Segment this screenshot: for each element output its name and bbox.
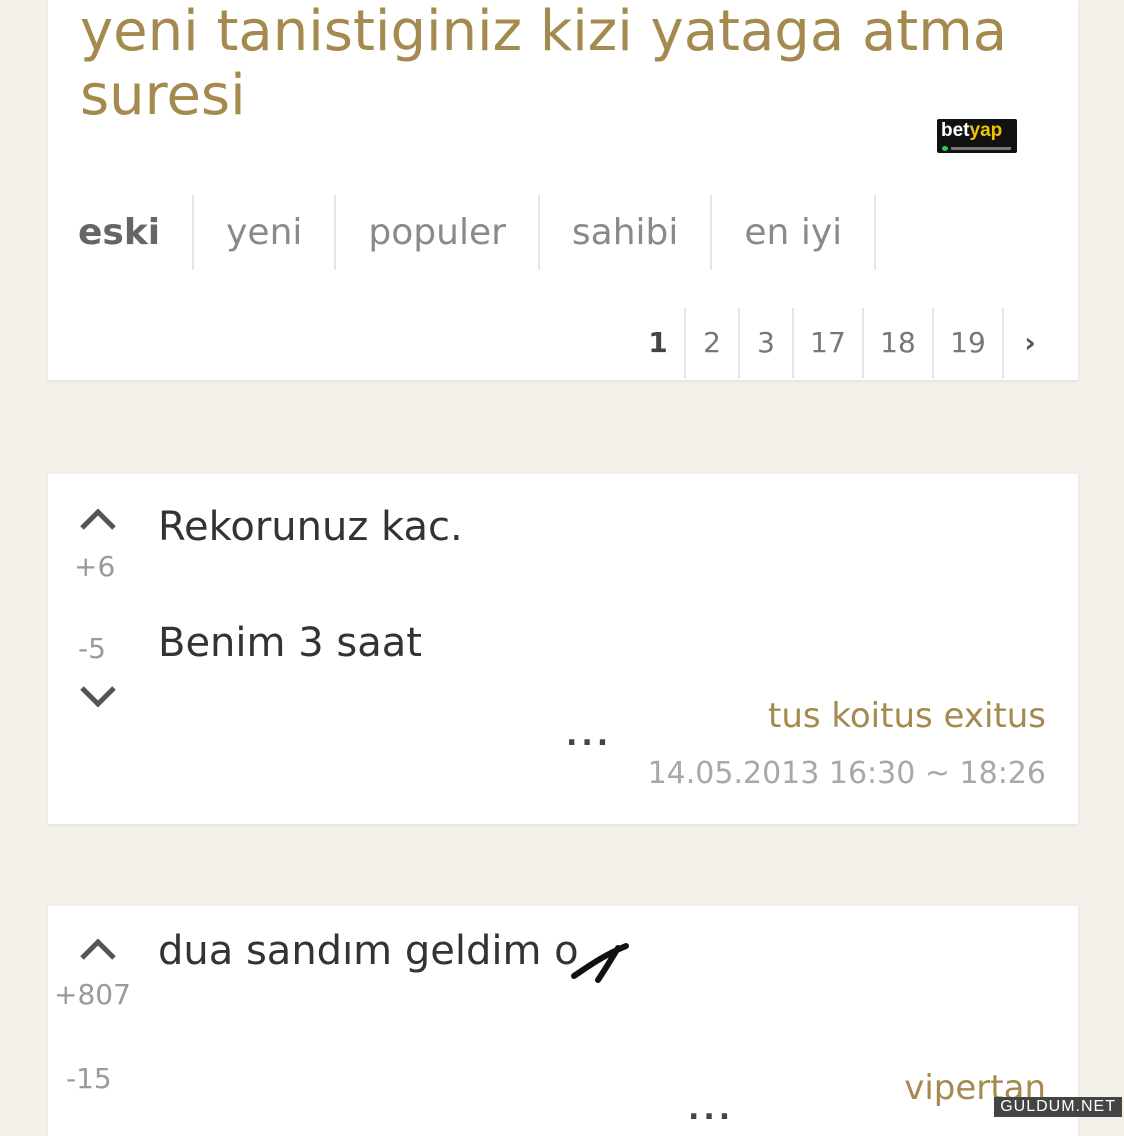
entry-text-line: Rekorunuz kac. <box>158 504 463 550</box>
next-page-button[interactable]: › <box>1002 308 1056 378</box>
entry-author-link[interactable]: tus koitus exitus <box>768 696 1046 736</box>
page-link-1[interactable]: 1 <box>632 308 684 378</box>
pagination: 1 2 3 17 18 19 › <box>632 308 1056 378</box>
tab-sahibi[interactable]: sahibi <box>540 195 713 270</box>
sort-tabs: eski yeni populer sahibi en iyi <box>78 195 877 270</box>
entry-card: +6 -5 Rekorunuz kac. Benim 3 saat ... tu… <box>48 474 1078 824</box>
more-options-icon[interactable]: ... <box>566 718 612 753</box>
page-link-3[interactable]: 3 <box>738 308 792 378</box>
upvote-icon[interactable] <box>78 936 118 966</box>
page-link-18[interactable]: 18 <box>862 308 932 378</box>
page-link-17[interactable]: 17 <box>792 308 862 378</box>
logo-text: betyap <box>941 120 1003 141</box>
entry-card: +807 -15 dua sandım geldim o ... viperta… <box>48 906 1078 1136</box>
scribble-mark <box>571 943 629 983</box>
tab-eski[interactable]: eski <box>78 195 195 270</box>
upvote-icon[interactable] <box>78 506 118 536</box>
topic-title[interactable]: yeni tanistiginiz kizi yataga atma sures… <box>80 0 1060 128</box>
page-link-2[interactable]: 2 <box>684 308 738 378</box>
page-link-19[interactable]: 19 <box>932 308 1002 378</box>
topic-header-card: yeni tanistiginiz kizi yataga atma sures… <box>48 0 1078 380</box>
site-watermark: GULDUM.NET <box>994 1097 1122 1117</box>
downvote-count: -5 <box>78 632 106 665</box>
tab-en-iyi[interactable]: en iyi <box>712 195 877 270</box>
more-options-icon[interactable]: ... <box>688 1092 734 1127</box>
upvote-count: +807 <box>54 978 131 1011</box>
downvote-count: -15 <box>66 1062 112 1095</box>
clover-icon <box>942 146 948 151</box>
logo-tagline-bar <box>951 147 1011 150</box>
entry-text-line: Benim 3 saat <box>158 620 422 666</box>
betyap-logo: betyap <box>937 119 1017 153</box>
entry-date[interactable]: 14.05.2013 16:30 ~ 18:26 <box>648 756 1046 791</box>
downvote-icon[interactable] <box>78 684 118 714</box>
tab-yeni[interactable]: yeni <box>194 195 337 270</box>
tab-populer[interactable]: populer <box>336 195 540 270</box>
upvote-count: +6 <box>74 550 116 583</box>
entry-text-line: dua sandım geldim o <box>158 928 579 974</box>
